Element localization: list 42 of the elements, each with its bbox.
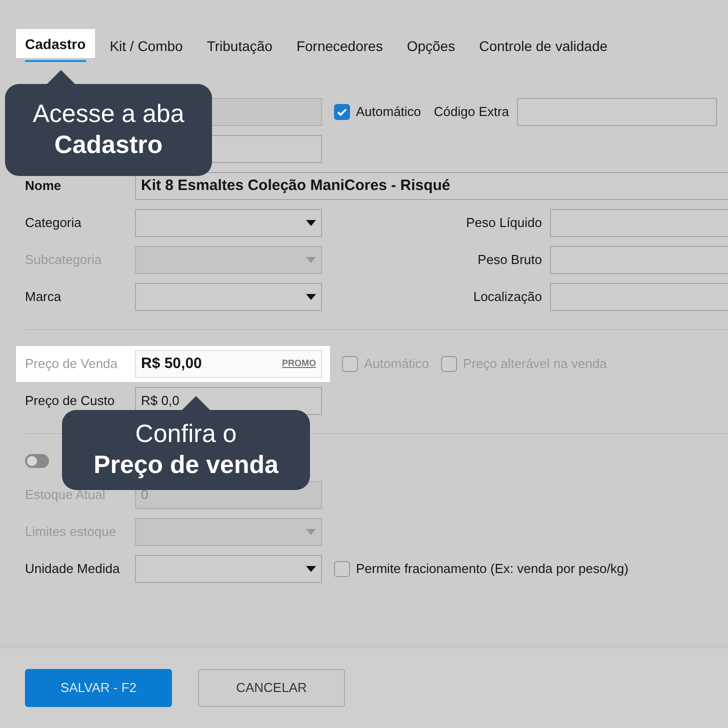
checkbox-label: Permite fracionamento (Ex: venda por peso/kg) <box>356 560 628 578</box>
select-field[interactable] <box>135 209 322 237</box>
hint-tooltip: Acesse a aba Cadastro <box>5 84 212 176</box>
tab[interactable]: Controle de validade <box>470 29 617 58</box>
select-field[interactable] <box>135 555 322 583</box>
tab[interactable]: Tributação <box>198 29 282 58</box>
tab[interactable]: Opções <box>398 29 464 58</box>
select-field[interactable] <box>135 283 322 311</box>
field-label: Categoria <box>25 214 82 232</box>
tab[interactable]: Kit / Combo <box>100 29 192 58</box>
cancel-button[interactable]: CANCELAR <box>198 669 345 707</box>
text-field[interactable]: Kit 8 Esmaltes Coleção ManiCores - Risqué <box>135 172 728 200</box>
checkbox-label: Automático <box>356 103 422 122</box>
checkbox[interactable] <box>441 356 458 372</box>
hint-tooltip: Confira o Preço de venda <box>62 410 310 490</box>
check-icon <box>336 106 348 118</box>
field-label: Peso Líquido <box>465 214 543 232</box>
save-button[interactable]: SALVAR - F2 <box>25 669 172 707</box>
caret-icon <box>306 294 316 300</box>
toggle-switch[interactable] <box>25 454 49 468</box>
text-field[interactable] <box>550 246 728 274</box>
field-label: Preço de Venda <box>25 355 119 374</box>
caret-icon <box>306 220 316 226</box>
promo-link[interactable]: PROMO <box>282 357 316 371</box>
caret-icon <box>306 257 316 263</box>
checkbox[interactable] <box>342 356 358 372</box>
price-field[interactable]: R$ 50,00 PROMO <box>135 350 322 378</box>
field-label: Preço de Custo <box>25 392 116 410</box>
caret-icon <box>306 529 316 535</box>
field-label: Peso Bruto <box>476 251 543 270</box>
checkbox[interactable] <box>334 561 350 577</box>
field-label: Unidade Medida <box>25 560 121 578</box>
field-label: Marca <box>25 288 62 306</box>
text-field[interactable] <box>550 209 728 237</box>
checkbox[interactable] <box>334 104 350 120</box>
field-label: Código Extra <box>432 103 510 122</box>
field-label: Nome <box>25 177 62 196</box>
text-field[interactable] <box>517 98 718 126</box>
tab[interactable]: Fornecedores <box>287 29 392 58</box>
text-field[interactable] <box>550 283 728 311</box>
field-label: Localização <box>472 288 543 306</box>
caret-icon <box>306 566 316 572</box>
